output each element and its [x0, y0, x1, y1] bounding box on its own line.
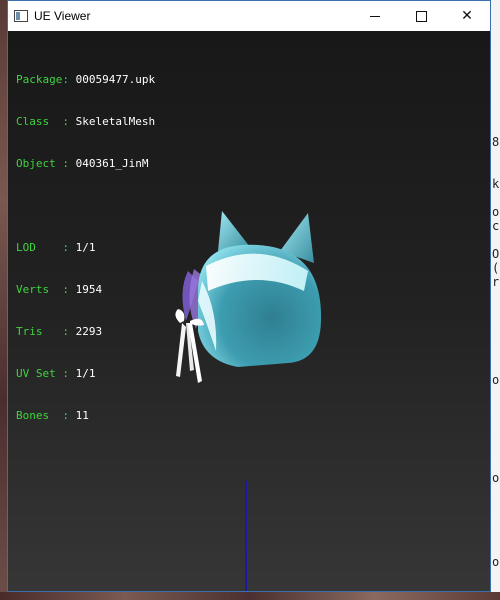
3d-viewport[interactable]: Package: 00059477.upk Class : SkeletalMe… [8, 31, 490, 591]
maximize-icon [415, 10, 427, 22]
app-icon[interactable] [14, 10, 28, 22]
verts-label: Verts : [16, 283, 76, 296]
uvset-value: 1/1 [75, 367, 96, 380]
background-glyph: o [492, 205, 500, 219]
close-icon: ✕ [461, 8, 473, 24]
background-glyph: o [492, 555, 500, 569]
window-controls: ✕ [352, 1, 490, 31]
background-glyph: o [492, 471, 500, 485]
background-glyph: 8 [492, 135, 500, 149]
tris-label: Tris : [16, 325, 76, 338]
object-value: 040361_JinM [75, 157, 149, 170]
lod-label: LOD : [16, 241, 76, 254]
close-button[interactable]: ✕ [444, 1, 490, 31]
minimize-button[interactable] [352, 1, 398, 31]
class-value: SkeletalMesh [75, 115, 156, 128]
tris-value: 2293 [75, 325, 103, 338]
uvset-label: UV Set : [16, 367, 76, 380]
background-glyph: o [492, 373, 500, 387]
background-glyph: O [492, 247, 500, 261]
background-window-strip: 8 k o c O ( r o o o [490, 0, 500, 600]
minimize-icon [370, 15, 380, 17]
ue-viewer-window: UE Viewer ✕ Package: 00059477.upk Class … [7, 0, 491, 592]
title-bar[interactable]: UE Viewer ✕ [8, 1, 490, 31]
bones-value: 11 [75, 409, 89, 422]
bones-label: Bones : [16, 409, 76, 422]
package-value: 00059477.upk [75, 73, 156, 86]
background-glyph: r [492, 275, 500, 289]
z-axis-line [245, 481, 247, 591]
window-title: UE Viewer [34, 9, 91, 23]
package-label: Package: [16, 73, 76, 86]
maximize-button[interactable] [398, 1, 444, 31]
object-label: Object : [16, 157, 76, 170]
cat-ear-hat-mesh [175, 211, 322, 383]
background-glyph: k [492, 177, 500, 191]
class-label: Class : [16, 115, 76, 128]
taskbar-edge [0, 592, 500, 600]
background-glyph: ( [492, 261, 500, 275]
lod-value: 1/1 [75, 241, 96, 254]
verts-value: 1954 [75, 283, 103, 296]
background-glyph: c [492, 219, 500, 233]
mesh-info-overlay: Package: 00059477.upk Class : SkeletalMe… [16, 45, 155, 451]
